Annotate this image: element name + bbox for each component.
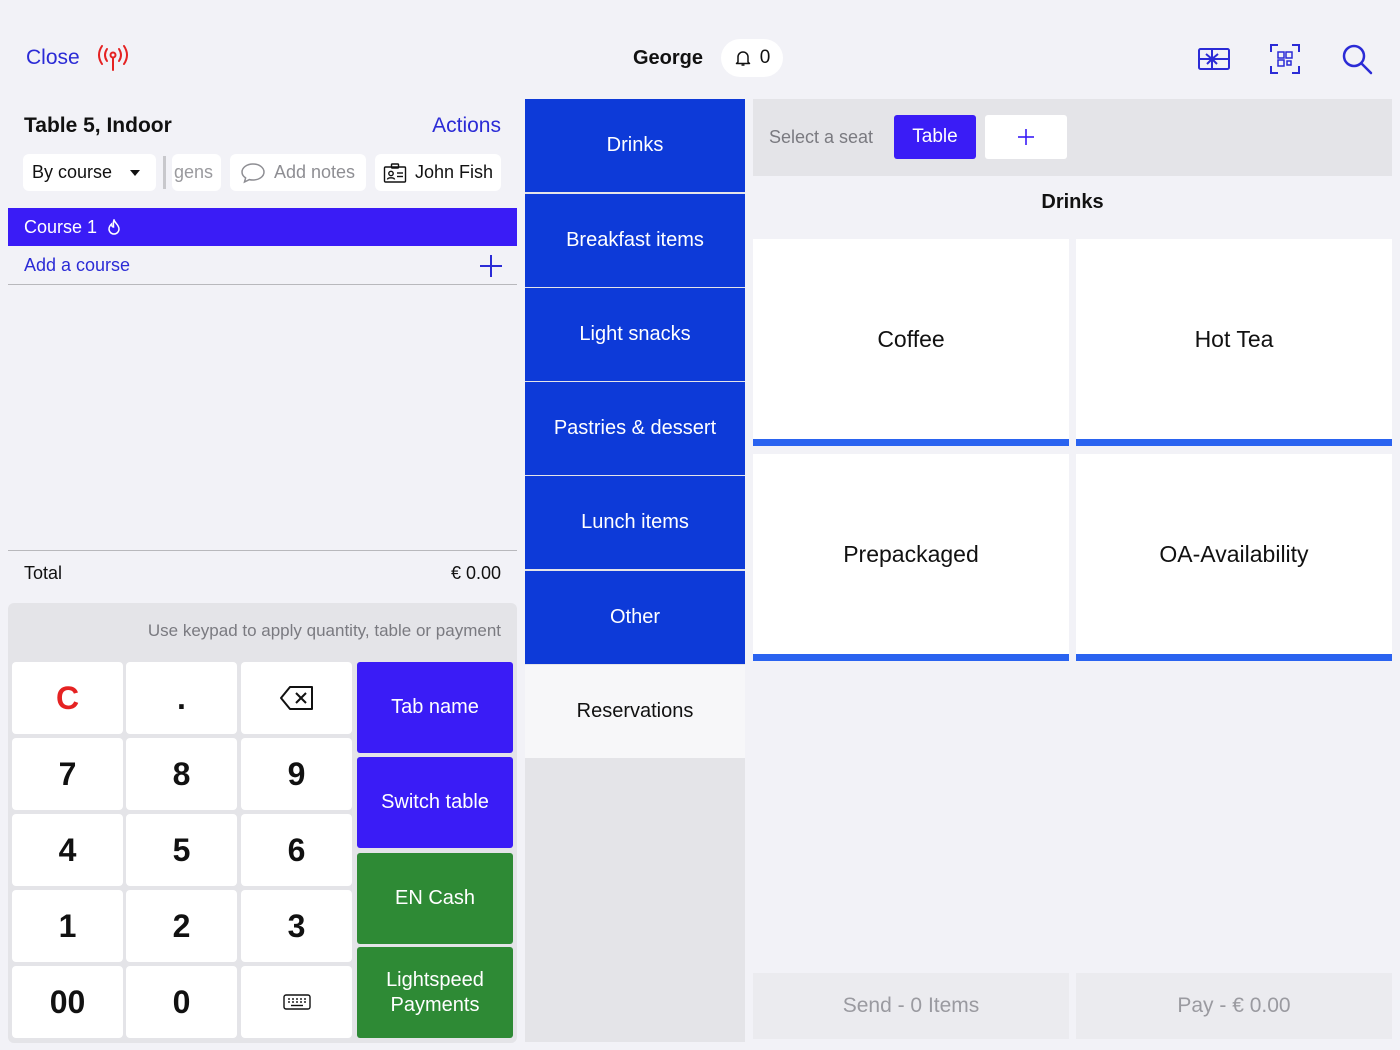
category-drinks[interactable]: Drinks <box>525 99 745 192</box>
customer-button[interactable]: John Fish <box>375 154 501 191</box>
key-2[interactable]: 2 <box>126 890 237 962</box>
category-light-snacks[interactable]: Light snacks <box>525 288 745 381</box>
plus-icon <box>1018 129 1034 145</box>
close-button[interactable]: Close <box>26 46 80 70</box>
allergens-label: gens <box>174 162 214 182</box>
key-6[interactable]: 6 <box>241 814 352 886</box>
keyboard-icon <box>282 994 311 1010</box>
add-seat-button[interactable] <box>985 115 1067 159</box>
plus-icon <box>480 255 502 277</box>
product-hot-tea[interactable]: Hot Tea <box>1076 239 1392 446</box>
keyboard-key[interactable] <box>241 966 352 1038</box>
speech-bubble-icon <box>241 162 265 183</box>
tab-name-button[interactable]: Tab name <box>357 662 513 753</box>
product-category-title: Drinks <box>1041 191 1104 213</box>
key-7[interactable]: 7 <box>12 738 123 810</box>
product-oa-availability[interactable]: OA-Availability <box>1076 454 1392 661</box>
key-0[interactable]: 0 <box>126 966 237 1038</box>
category-pastries-dessert[interactable]: Pastries & dessert <box>525 382 745 475</box>
key-4[interactable]: 4 <box>12 814 123 886</box>
order-title: Table 5, Indoor <box>24 114 172 137</box>
total-row: Total € 0.00 <box>8 550 517 596</box>
customer-name: John Fish <box>415 162 494 182</box>
scroll-divider <box>163 156 166 189</box>
add-notes-label: Add notes <box>274 162 356 182</box>
customer-card-icon <box>383 162 407 183</box>
caret-down-icon <box>130 170 140 176</box>
cash-payment-button[interactable]: EN Cash <box>357 853 513 944</box>
actions-button[interactable]: Actions <box>432 114 501 138</box>
pay-button[interactable]: Pay - € 0.00 <box>1076 973 1392 1039</box>
lightspeed-payments-button[interactable]: Lightspeed Payments <box>357 947 513 1038</box>
course-row[interactable]: Course 1 <box>8 208 517 246</box>
category-column: Drinks Breakfast items Light snacks Past… <box>525 99 745 1042</box>
decimal-key[interactable]: . <box>126 662 237 734</box>
course-mode-label: By course <box>32 162 113 182</box>
key-8[interactable]: 8 <box>126 738 237 810</box>
seat-selector: Select a seat Table <box>753 99 1392 176</box>
course-label: Course 1 <box>24 216 98 237</box>
keypad-hint: Use keypad to apply quantity, table or p… <box>147 621 501 640</box>
qr-scan-icon[interactable] <box>1268 42 1302 76</box>
category-lunch-items[interactable]: Lunch items <box>525 476 745 569</box>
backspace-icon <box>279 686 313 710</box>
key-3[interactable]: 3 <box>241 890 352 962</box>
send-button[interactable]: Send - 0 Items <box>753 973 1069 1039</box>
user-name: George <box>633 47 704 69</box>
broadcast-signal-icon <box>98 45 128 71</box>
total-value: € 0.00 <box>450 563 501 583</box>
seat-table-button[interactable]: Table <box>894 115 976 159</box>
product-prepackaged[interactable]: Prepackaged <box>753 454 1069 661</box>
search-icon[interactable] <box>1340 42 1374 76</box>
category-other[interactable]: Other <box>525 571 745 664</box>
gift-card-icon[interactable] <box>1197 42 1231 76</box>
add-course-label: Add a course <box>24 254 131 275</box>
key-1[interactable]: 1 <box>12 890 123 962</box>
key-5[interactable]: 5 <box>126 814 237 886</box>
key-00[interactable]: 00 <box>12 966 123 1038</box>
keypad-area: Use keypad to apply quantity, table or p… <box>8 603 517 1043</box>
category-reservations[interactable]: Reservations <box>525 665 745 758</box>
bell-icon <box>735 51 750 66</box>
product-coffee[interactable]: Coffee <box>753 239 1069 446</box>
add-notes-button[interactable]: Add notes <box>230 154 366 191</box>
key-9[interactable]: 9 <box>241 738 352 810</box>
add-course-button[interactable]: Add a course <box>8 246 517 285</box>
category-breakfast-items[interactable]: Breakfast items <box>525 194 745 287</box>
fire-icon <box>108 219 120 235</box>
clear-key[interactable]: C <box>12 662 123 734</box>
course-mode-select[interactable]: By course <box>23 154 156 191</box>
seat-select-label: Select a seat <box>769 127 874 147</box>
backspace-key[interactable] <box>241 662 352 734</box>
total-label: Total <box>24 563 63 583</box>
notifications-button[interactable]: 0 <box>721 39 783 77</box>
notification-count: 0 <box>759 47 771 68</box>
allergens-button[interactable]: gens <box>172 154 221 191</box>
switch-table-button[interactable]: Switch table <box>357 757 513 848</box>
